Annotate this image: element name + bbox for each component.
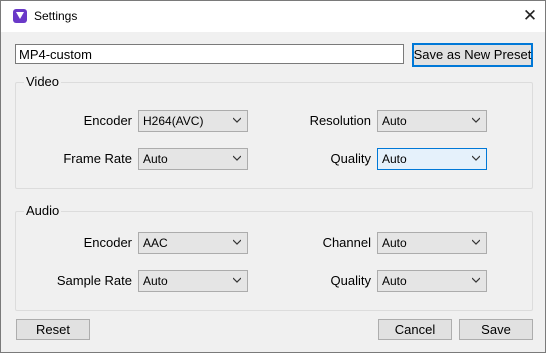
video-encoder-value: H264(AVC) [143, 114, 204, 128]
video-quality-select[interactable]: Auto [377, 148, 487, 170]
chevron-down-icon [233, 117, 241, 123]
audio-channel-select[interactable]: Auto [377, 232, 487, 254]
preset-name-input[interactable] [15, 44, 404, 64]
app-logo-icon [13, 9, 27, 23]
audio-quality-select[interactable]: Auto [377, 270, 487, 292]
chevron-down-icon [233, 155, 241, 161]
settings-window: Settings ✕ Save as New Preset Video Enco… [0, 0, 546, 353]
video-frame-rate-select[interactable]: Auto [138, 148, 248, 170]
chevron-down-icon [233, 277, 241, 283]
audio-group-title: Audio [24, 203, 62, 218]
window-title: Settings [34, 9, 78, 23]
audio-sample-rate-label: Sample Rate [56, 273, 132, 288]
chevron-down-icon [472, 277, 480, 283]
audio-group: Audio [15, 203, 533, 311]
audio-channel-label: Channel [322, 235, 371, 250]
video-frame-rate-label: Frame Rate [63, 151, 132, 166]
chevron-down-icon [472, 155, 480, 161]
video-resolution-select[interactable]: Auto [377, 110, 487, 132]
audio-quality-label: Quality [330, 273, 371, 288]
save-as-new-preset-button[interactable]: Save as New Preset [412, 43, 533, 67]
reset-button[interactable]: Reset [16, 319, 90, 340]
video-quality-label: Quality [330, 151, 371, 166]
video-frame-rate-value: Auto [143, 152, 168, 166]
video-group: Video [15, 74, 533, 189]
audio-encoder-value: AAC [143, 236, 168, 250]
video-resolution-value: Auto [382, 114, 407, 128]
chevron-down-icon [472, 239, 480, 245]
video-encoder-select[interactable]: H264(AVC) [138, 110, 248, 132]
audio-channel-value: Auto [382, 236, 407, 250]
audio-encoder-select[interactable]: AAC [138, 232, 248, 254]
close-button[interactable]: ✕ [515, 1, 545, 32]
video-group-title: Video [24, 74, 62, 89]
video-quality-value: Auto [382, 152, 407, 166]
video-resolution-label: Resolution [309, 113, 371, 128]
chevron-down-icon [233, 239, 241, 245]
audio-encoder-label: Encoder [83, 235, 132, 250]
video-encoder-label: Encoder [83, 113, 132, 128]
save-button[interactable]: Save [459, 319, 533, 340]
title-bar[interactable]: Settings ✕ [1, 1, 545, 32]
chevron-down-icon [472, 117, 480, 123]
audio-sample-rate-value: Auto [143, 274, 168, 288]
close-icon: ✕ [522, 6, 538, 26]
audio-sample-rate-select[interactable]: Auto [138, 270, 248, 292]
audio-quality-value: Auto [382, 274, 407, 288]
cancel-button[interactable]: Cancel [378, 319, 452, 340]
